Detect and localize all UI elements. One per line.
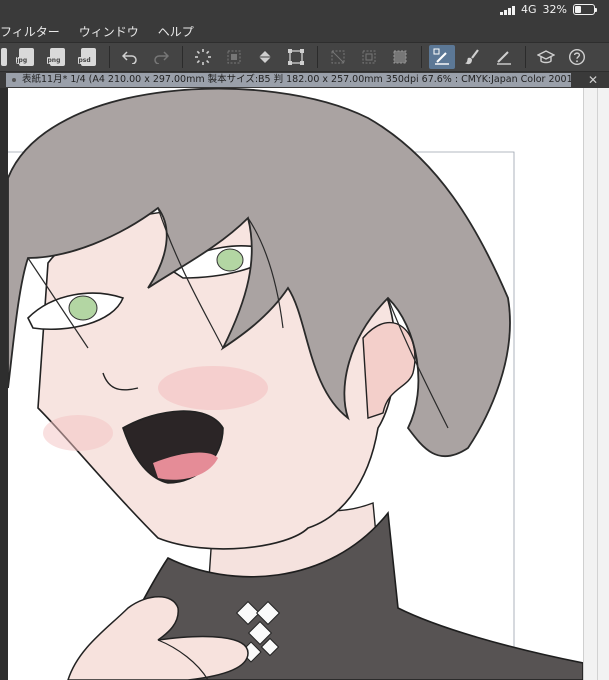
file-jpg-icon: jpg [15,48,34,66]
menu-window[interactable]: ウィンドウ [79,23,139,40]
deselect-button[interactable] [325,45,351,69]
export-jpg-button[interactable]: jpg [13,45,39,69]
blush-cheek-left [43,415,113,451]
draw-tool-button[interactable] [429,45,455,69]
pen-select-icon [433,48,449,65]
right-iris [216,248,244,272]
brush-tool-button[interactable] [460,45,486,69]
close-icon[interactable]: ✕ [588,72,598,88]
invert-selection-icon [362,50,376,64]
export-psd-button[interactable]: psd [75,45,101,69]
blush-cheek [158,366,268,410]
fill-button[interactable] [252,45,278,69]
brush-icon [465,49,479,65]
canvas-area[interactable] [0,88,609,680]
invert-selection-button[interactable] [356,45,382,69]
clear-icon [195,49,211,65]
transform-button[interactable] [283,45,309,69]
document-tab[interactable]: 表紙11月* 1/4 (A4 210.00 x 297.00mm 製本サイズ:B… [6,73,571,87]
redo-button[interactable] [148,45,174,69]
document-tab-bar: 表紙11月* 1/4 (A4 210.00 x 297.00mm 製本サイズ:B… [0,72,609,88]
select-all-button[interactable] [387,45,413,69]
panel-rule [597,88,598,680]
file-psd-icon: psd [77,48,96,66]
command-bar: jpg png psd [0,42,609,72]
menu-filter[interactable]: フィルター [0,23,60,40]
export-partial-icon[interactable] [0,45,8,69]
export-png-button[interactable]: png [44,45,70,69]
toolbar-divider [524,46,526,68]
right-side-panel [583,88,609,680]
status-indicators: 4G 32% [500,3,597,16]
toolbar-divider [316,46,318,68]
cellular-signal-icon [500,5,516,15]
help-button[interactable] [564,45,590,69]
canvas-gutter [0,88,8,680]
toolbar-divider [108,46,110,68]
redo-icon [154,51,169,64]
battery-icon [573,4,597,15]
battery-percent: 32% [542,3,567,16]
left-iris [68,295,98,321]
canvas-paper[interactable] [8,88,583,680]
clear-outside-button[interactable] [221,45,247,69]
pencil-icon [497,51,511,65]
transform-icon [288,49,304,65]
document-title: 表紙11月* 1/4 (A4 210.00 x 297.00mm 製本サイズ:B… [22,74,571,85]
menu-help[interactable]: ヘルプ [158,23,194,40]
undo-icon [122,51,137,64]
clear-outside-icon [227,50,241,64]
deselect-icon [331,50,345,64]
menu-bar: フィルター ウィンドウ ヘルプ [0,20,609,42]
help-icon [568,48,586,66]
graduation-cap-icon [537,50,555,64]
network-label: 4G [521,3,537,16]
pencil-tool-button[interactable] [491,45,517,69]
clear-button[interactable] [190,45,216,69]
select-all-icon [393,50,407,64]
status-bar: 4G 32% [0,0,609,20]
undo-button[interactable] [117,45,143,69]
toolbar-divider [420,46,422,68]
fill-bucket-icon [259,51,271,63]
tab-dot-icon [12,77,16,82]
file-png-icon: png [46,48,65,66]
illustration-artwork [8,88,583,680]
learn-button[interactable] [533,45,559,69]
toolbar-divider [181,46,183,68]
